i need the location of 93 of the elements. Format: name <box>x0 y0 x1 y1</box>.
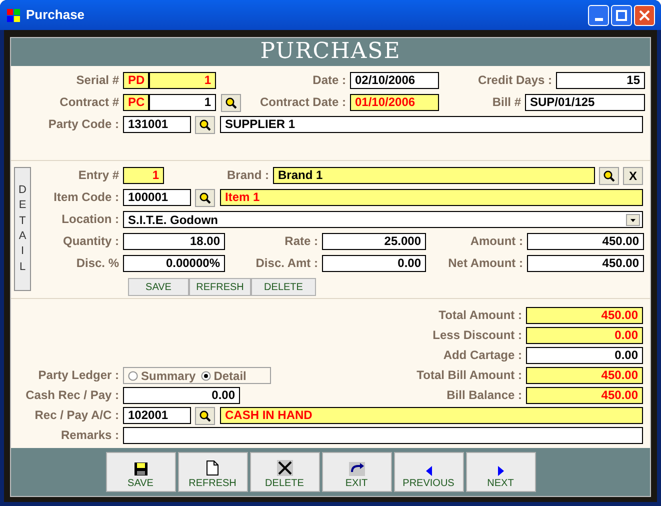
field-label: Bill # <box>492 94 521 111</box>
input-field[interactable]: 0.00 <box>123 387 240 404</box>
field-label: Remarks : <box>60 427 119 444</box>
field-label: Entry # <box>78 167 119 184</box>
field-label: Contract # <box>60 94 119 111</box>
search-icon <box>199 410 211 422</box>
input-field[interactable]: 1 <box>149 94 216 111</box>
minimize-button[interactable] <box>588 4 609 26</box>
field-label: Serial # <box>76 72 119 89</box>
close-button[interactable] <box>634 4 655 26</box>
field-label: Total Bill Amount : <box>416 367 522 384</box>
search-button[interactable] <box>195 116 215 134</box>
field-label: Location : <box>62 211 119 228</box>
field-label: Contract Date : <box>260 94 346 111</box>
input-field[interactable]: 0.00 <box>526 327 643 344</box>
input-field[interactable]: 450.00 <box>526 367 643 384</box>
input-field[interactable]: 1 <box>149 72 216 89</box>
field-label: Rec / Pay A/C : <box>34 407 119 424</box>
field-label: Add Cartage : <box>443 347 522 364</box>
field-label: Date : <box>312 72 346 89</box>
detail-tab-label: DETAIL <box>18 182 26 275</box>
input-field[interactable]: 0.00 <box>322 255 426 272</box>
input-field[interactable]: 1 <box>123 167 164 184</box>
input-field[interactable]: PC <box>123 94 149 111</box>
input-field[interactable]: 450.00 <box>527 233 644 250</box>
search-icon <box>199 192 211 204</box>
input-field[interactable]: 18.00 <box>123 233 225 250</box>
x-icon <box>276 460 292 476</box>
field-label: Cash Rec / Pay : <box>26 387 119 404</box>
input-field[interactable]: 15 <box>556 72 645 89</box>
input-field[interactable]: 100001 <box>123 189 191 206</box>
input-field[interactable]: 450.00 <box>527 255 644 272</box>
remarks-field[interactable] <box>123 427 643 444</box>
search-icon <box>225 96 237 108</box>
location-dropdown[interactable]: S.I.T.E. Godown <box>123 211 643 228</box>
search-icon <box>199 118 211 130</box>
form-title: PURCHASE <box>260 41 401 63</box>
input-field[interactable]: Item 1 <box>220 189 643 206</box>
field-label: Net Amount : <box>448 255 523 272</box>
toolbar-button[interactable]: SAVE <box>106 452 176 492</box>
field-label: Quantity : <box>63 233 119 250</box>
field-label: Bill Balance : <box>446 387 522 404</box>
toolbar-button[interactable]: EXIT <box>322 452 392 492</box>
field-label: Total Amount : <box>438 307 522 324</box>
search-button[interactable] <box>599 166 619 184</box>
document-icon <box>206 460 219 476</box>
maximize-icon <box>616 10 627 20</box>
input-field[interactable]: 0.00 <box>526 347 643 364</box>
minimize-icon <box>594 18 602 20</box>
radio-option[interactable]: Detail <box>200 370 246 382</box>
field-label: Credit Days : <box>478 72 552 89</box>
field-label: Party Code : <box>48 116 119 133</box>
maximize-button[interactable] <box>611 4 632 26</box>
input-field[interactable]: 0.00000% <box>123 255 225 272</box>
clear-button[interactable]: X <box>623 166 643 184</box>
field-label: Less Discount : <box>432 327 522 344</box>
detail-button[interactable]: REFRESH <box>189 278 251 296</box>
input-field[interactable]: 102001 <box>123 407 191 424</box>
app-icon <box>6 7 22 23</box>
detail-button[interactable]: SAVE <box>128 278 189 296</box>
input-field[interactable]: 131001 <box>123 116 191 133</box>
field-label: Amount : <box>470 233 523 250</box>
field-label: Rate : <box>284 233 318 250</box>
toolbar-button[interactable]: PREVIOUS <box>394 452 464 492</box>
input-field[interactable]: 450.00 <box>526 307 643 324</box>
window-title: Purchase <box>26 6 85 24</box>
search-button[interactable] <box>195 188 215 206</box>
detail-tab[interactable]: DETAIL <box>14 167 31 291</box>
toolbar-button[interactable]: DELETE <box>250 452 320 492</box>
search-button[interactable] <box>221 94 241 112</box>
search-icon <box>603 170 615 182</box>
input-field[interactable]: CASH IN HAND <box>220 407 643 424</box>
input-field[interactable]: PD <box>123 72 149 89</box>
right-triangle-icon <box>498 466 504 476</box>
input-field[interactable]: Brand 1 <box>273 167 595 184</box>
search-button[interactable] <box>195 406 215 424</box>
field-label: Item Code : <box>54 189 119 206</box>
field-label: Party Ledger : <box>38 367 119 384</box>
input-field[interactable]: SUP/01/125 <box>525 94 645 111</box>
input-field[interactable]: 02/10/2006 <box>350 72 439 89</box>
field-label: Brand : <box>227 167 269 184</box>
toolbar-button[interactable]: NEXT <box>466 452 536 492</box>
input-field[interactable]: 01/10/2006 <box>350 94 439 111</box>
close-icon <box>639 10 650 20</box>
input-field[interactable]: 25.000 <box>322 233 426 250</box>
detail-button[interactable]: DELETE <box>251 278 316 296</box>
input-field[interactable]: 450.00 <box>526 387 643 404</box>
field-label: Disc. Amt : <box>256 255 318 272</box>
toolbar-button[interactable]: REFRESH <box>178 452 248 492</box>
radio-option[interactable]: Summary <box>128 370 196 382</box>
left-triangle-icon <box>426 466 432 476</box>
field-label: Disc. % <box>76 255 119 272</box>
input-field[interactable]: SUPPLIER 1 <box>220 116 643 133</box>
